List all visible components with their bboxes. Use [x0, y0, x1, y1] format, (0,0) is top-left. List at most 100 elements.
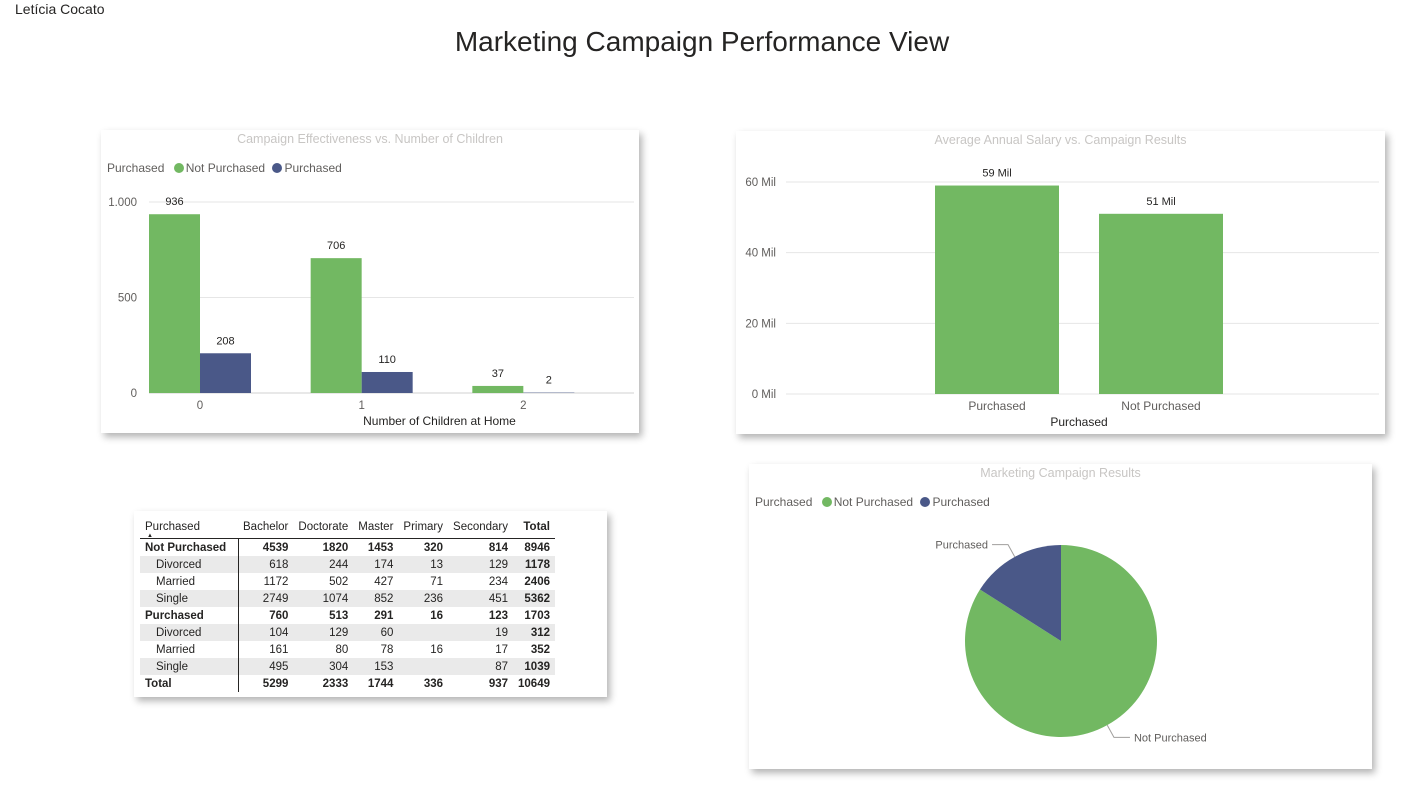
bar-not-purchased: [472, 385, 524, 393]
education-matrix-table: Purchased Bachelor Doctorate Master Prim…: [140, 516, 555, 692]
matrix-cell: 71: [430, 575, 444, 588]
matrix-cell: 2333: [322, 677, 349, 690]
matrix-cell: 852: [353, 590, 399, 607]
leader-line: [1106, 724, 1130, 738]
matrix-cell: 1744: [367, 677, 394, 690]
matrix-row[interactable]: Purchased 760 513 291 16 123 1703: [140, 607, 555, 624]
matrix-cell: 13: [398, 556, 449, 573]
y-tick-label: 1.000: [108, 197, 137, 209]
matrix-cell: 4539: [262, 541, 289, 554]
bar-average-salary: [1099, 213, 1223, 394]
matrix-column-header[interactable]: Purchased: [140, 516, 238, 539]
matrix-cell: 19: [448, 624, 514, 641]
matrix-cell: 937: [488, 677, 509, 690]
matrix-cell: 352: [530, 643, 550, 656]
matrix-cell: [398, 658, 449, 675]
data-label: 37: [492, 368, 504, 380]
matrix-cell: [398, 624, 449, 641]
data-label: 59 Mil: [982, 168, 1011, 180]
matrix-cell: 244: [293, 556, 354, 573]
leader-line: [992, 544, 1016, 558]
slice-label: Not Purchased: [1134, 732, 1207, 744]
matrix-cell: 760: [269, 609, 289, 622]
bar-not-purchased: [149, 214, 200, 393]
x-tick-label: 2: [520, 400, 526, 412]
matrix-column-header[interactable]: Primary: [398, 516, 449, 539]
matrix-cell: 336: [423, 677, 444, 690]
matrix-row[interactable]: Married 1172 502 427 71 234 2406: [140, 573, 555, 590]
matrix-row-header: Purchased: [140, 607, 239, 624]
author-name: Letícia Cocato: [15, 1, 105, 17]
matrix-cell: 123: [488, 609, 509, 622]
matrix-visual[interactable]: ▲ Purchased Bachelor Doctorate Master Pr…: [134, 511, 607, 697]
matrix-row-header: Not Purchased: [140, 538, 239, 556]
matrix-cell: 10649: [518, 677, 550, 690]
matrix-column-header[interactable]: Master: [353, 516, 399, 539]
matrix-cell: 502: [329, 575, 349, 588]
matrix-cell: 1172: [263, 575, 289, 588]
bar-purchased: [200, 353, 251, 393]
matrix-cell: 513: [329, 609, 349, 622]
x-tick-label: 0: [197, 400, 203, 412]
data-label: 706: [327, 240, 345, 252]
x-axis-title: Purchased: [1050, 415, 1107, 429]
matrix-column-header[interactable]: Secondary: [448, 516, 514, 539]
matrix-row-header: Divorced: [140, 624, 239, 641]
matrix-cell: 312: [513, 624, 555, 641]
matrix-cell: 78: [380, 643, 394, 656]
x-tick-label: 1: [358, 400, 364, 412]
matrix-cell: 320: [423, 541, 444, 554]
y-tick-label: 60 Mil: [745, 177, 776, 189]
matrix-row-header: Total: [140, 675, 239, 692]
y-tick-label: 0 Mil: [752, 389, 776, 401]
slice-label: Purchased: [935, 540, 988, 552]
matrix-cell: 16: [430, 643, 444, 656]
matrix-row-header: Single: [140, 658, 239, 675]
matrix-cell: 2406: [524, 575, 550, 588]
matrix-cell: 814: [488, 541, 509, 554]
x-axis-title: Number of Children at Home: [363, 414, 516, 428]
matrix-row-header: Single: [140, 590, 239, 607]
bar-average-salary: [935, 185, 1059, 394]
matrix-cell: 236: [398, 590, 449, 607]
matrix-cell: 2749: [238, 590, 294, 607]
data-label: 110: [378, 354, 396, 366]
matrix-cell: 104: [238, 624, 294, 641]
matrix-row[interactable]: Divorced 104 129 60 19 312: [140, 624, 555, 641]
bar-not-purchased: [310, 258, 362, 393]
y-tick-label: 500: [118, 293, 137, 305]
y-tick-label: 20 Mil: [745, 318, 776, 330]
matrix-cell: 17: [495, 643, 509, 656]
matrix-header-row: Purchased Bachelor Doctorate Master Prim…: [140, 516, 555, 539]
salary-chart-visual[interactable]: Average Annual Salary vs. Campaign Resul…: [736, 131, 1385, 434]
matrix-cell: 153: [353, 658, 399, 675]
matrix-column-header[interactable]: Total: [513, 516, 555, 539]
pie-chart: Not Purchased Purchased: [935, 540, 1207, 745]
data-label: 936: [165, 196, 183, 208]
matrix-cell: 161: [269, 643, 289, 656]
page-title: Marketing Campaign Performance View: [454, 26, 950, 57]
matrix-row-header: Divorced: [140, 556, 239, 573]
matrix-column-header[interactable]: Bachelor: [238, 516, 294, 539]
matrix-cell: 8946: [524, 541, 550, 554]
matrix-row[interactable]: Single 2749 1074 852 236 451 5362: [140, 590, 555, 607]
matrix-cell: 1453: [367, 541, 394, 554]
matrix-cell: 129: [448, 556, 514, 573]
matrix-row[interactable]: Single 495 304 153 87 1039: [140, 658, 555, 675]
matrix-row[interactable]: Divorced 618 244 174 13 129 1178: [140, 556, 555, 573]
matrix-row[interactable]: Total 5299 2333 1744 336 937 10649: [140, 675, 555, 692]
matrix-cell: 80: [335, 643, 349, 656]
matrix-column-header[interactable]: Doctorate: [293, 516, 354, 539]
matrix-row[interactable]: Married 161 80 78 16 17 352: [140, 641, 555, 658]
matrix-cell: 495: [238, 658, 294, 675]
matrix-row[interactable]: Not Purchased 4539 1820 1453 320 814 8946: [140, 538, 555, 556]
y-tick-label: 0: [131, 388, 137, 400]
matrix-cell: 1703: [524, 609, 550, 622]
children-chart-visual[interactable]: Campaign Effectiveness vs. Number of Chi…: [101, 130, 639, 433]
pie-chart-visual[interactable]: Marketing Campaign Results Purchased Not…: [749, 464, 1372, 769]
matrix-cell: 174: [353, 556, 399, 573]
data-label: 51 Mil: [1146, 196, 1175, 208]
matrix-cell: 1178: [513, 556, 555, 573]
data-label: 208: [216, 335, 234, 347]
x-tick-label: Not Purchased: [1121, 399, 1200, 413]
